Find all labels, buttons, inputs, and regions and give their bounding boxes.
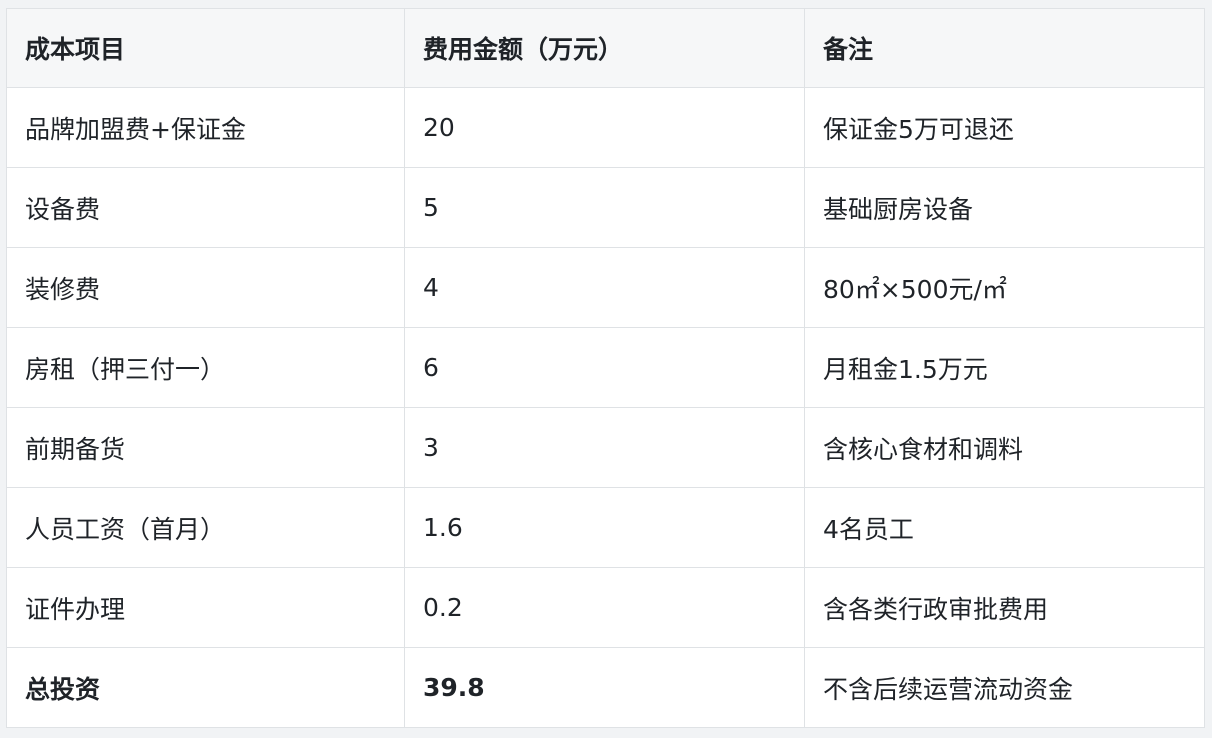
cell-note: 月租金1.5万元 <box>804 327 1205 408</box>
header-cost-item: 成本项目 <box>6 8 405 88</box>
cell-item: 设备费 <box>6 167 405 248</box>
cell-note: 基础厨房设备 <box>804 167 1205 248</box>
table-header-row: 成本项目 费用金额（万元） 备注 <box>6 8 1205 88</box>
cell-note: 含核心食材和调料 <box>804 407 1205 488</box>
cell-item: 品牌加盟费+保证金 <box>6 87 405 168</box>
table-total-row: 总投资 39.8 不含后续运营流动资金 <box>6 647 1205 728</box>
total-note: 不含后续运营流动资金 <box>804 647 1205 728</box>
table-row: 证件办理 0.2 含各类行政审批费用 <box>6 567 1205 648</box>
table-row: 前期备货 3 含核心食材和调料 <box>6 407 1205 488</box>
cell-note: 80㎡×500元/㎡ <box>804 247 1205 328</box>
cell-item: 装修费 <box>6 247 405 328</box>
cell-note: 保证金5万可退还 <box>804 87 1205 168</box>
cost-table: 成本项目 费用金额（万元） 备注 品牌加盟费+保证金 20 保证金5万可退还 设… <box>6 8 1205 728</box>
cost-table-container: 成本项目 费用金额（万元） 备注 品牌加盟费+保证金 20 保证金5万可退还 设… <box>6 8 1205 728</box>
cell-amount: 20 <box>404 87 805 168</box>
cell-item: 证件办理 <box>6 567 405 648</box>
table-row: 房租（押三付一） 6 月租金1.5万元 <box>6 327 1205 408</box>
table-row: 装修费 4 80㎡×500元/㎡ <box>6 247 1205 328</box>
total-label: 总投资 <box>6 647 405 728</box>
table-row: 品牌加盟费+保证金 20 保证金5万可退还 <box>6 87 1205 168</box>
cell-amount: 5 <box>404 167 805 248</box>
cell-amount: 6 <box>404 327 805 408</box>
cell-note: 4名员工 <box>804 487 1205 568</box>
total-amount: 39.8 <box>404 647 805 728</box>
cell-amount: 4 <box>404 247 805 328</box>
cell-amount: 1.6 <box>404 487 805 568</box>
cell-item: 人员工资（首月） <box>6 487 405 568</box>
header-amount: 费用金额（万元） <box>404 8 805 88</box>
cell-note: 含各类行政审批费用 <box>804 567 1205 648</box>
header-note: 备注 <box>804 8 1205 88</box>
cell-amount: 3 <box>404 407 805 488</box>
cell-item: 房租（押三付一） <box>6 327 405 408</box>
cell-amount: 0.2 <box>404 567 805 648</box>
table-row: 人员工资（首月） 1.6 4名员工 <box>6 487 1205 568</box>
table-row: 设备费 5 基础厨房设备 <box>6 167 1205 248</box>
cell-item: 前期备货 <box>6 407 405 488</box>
